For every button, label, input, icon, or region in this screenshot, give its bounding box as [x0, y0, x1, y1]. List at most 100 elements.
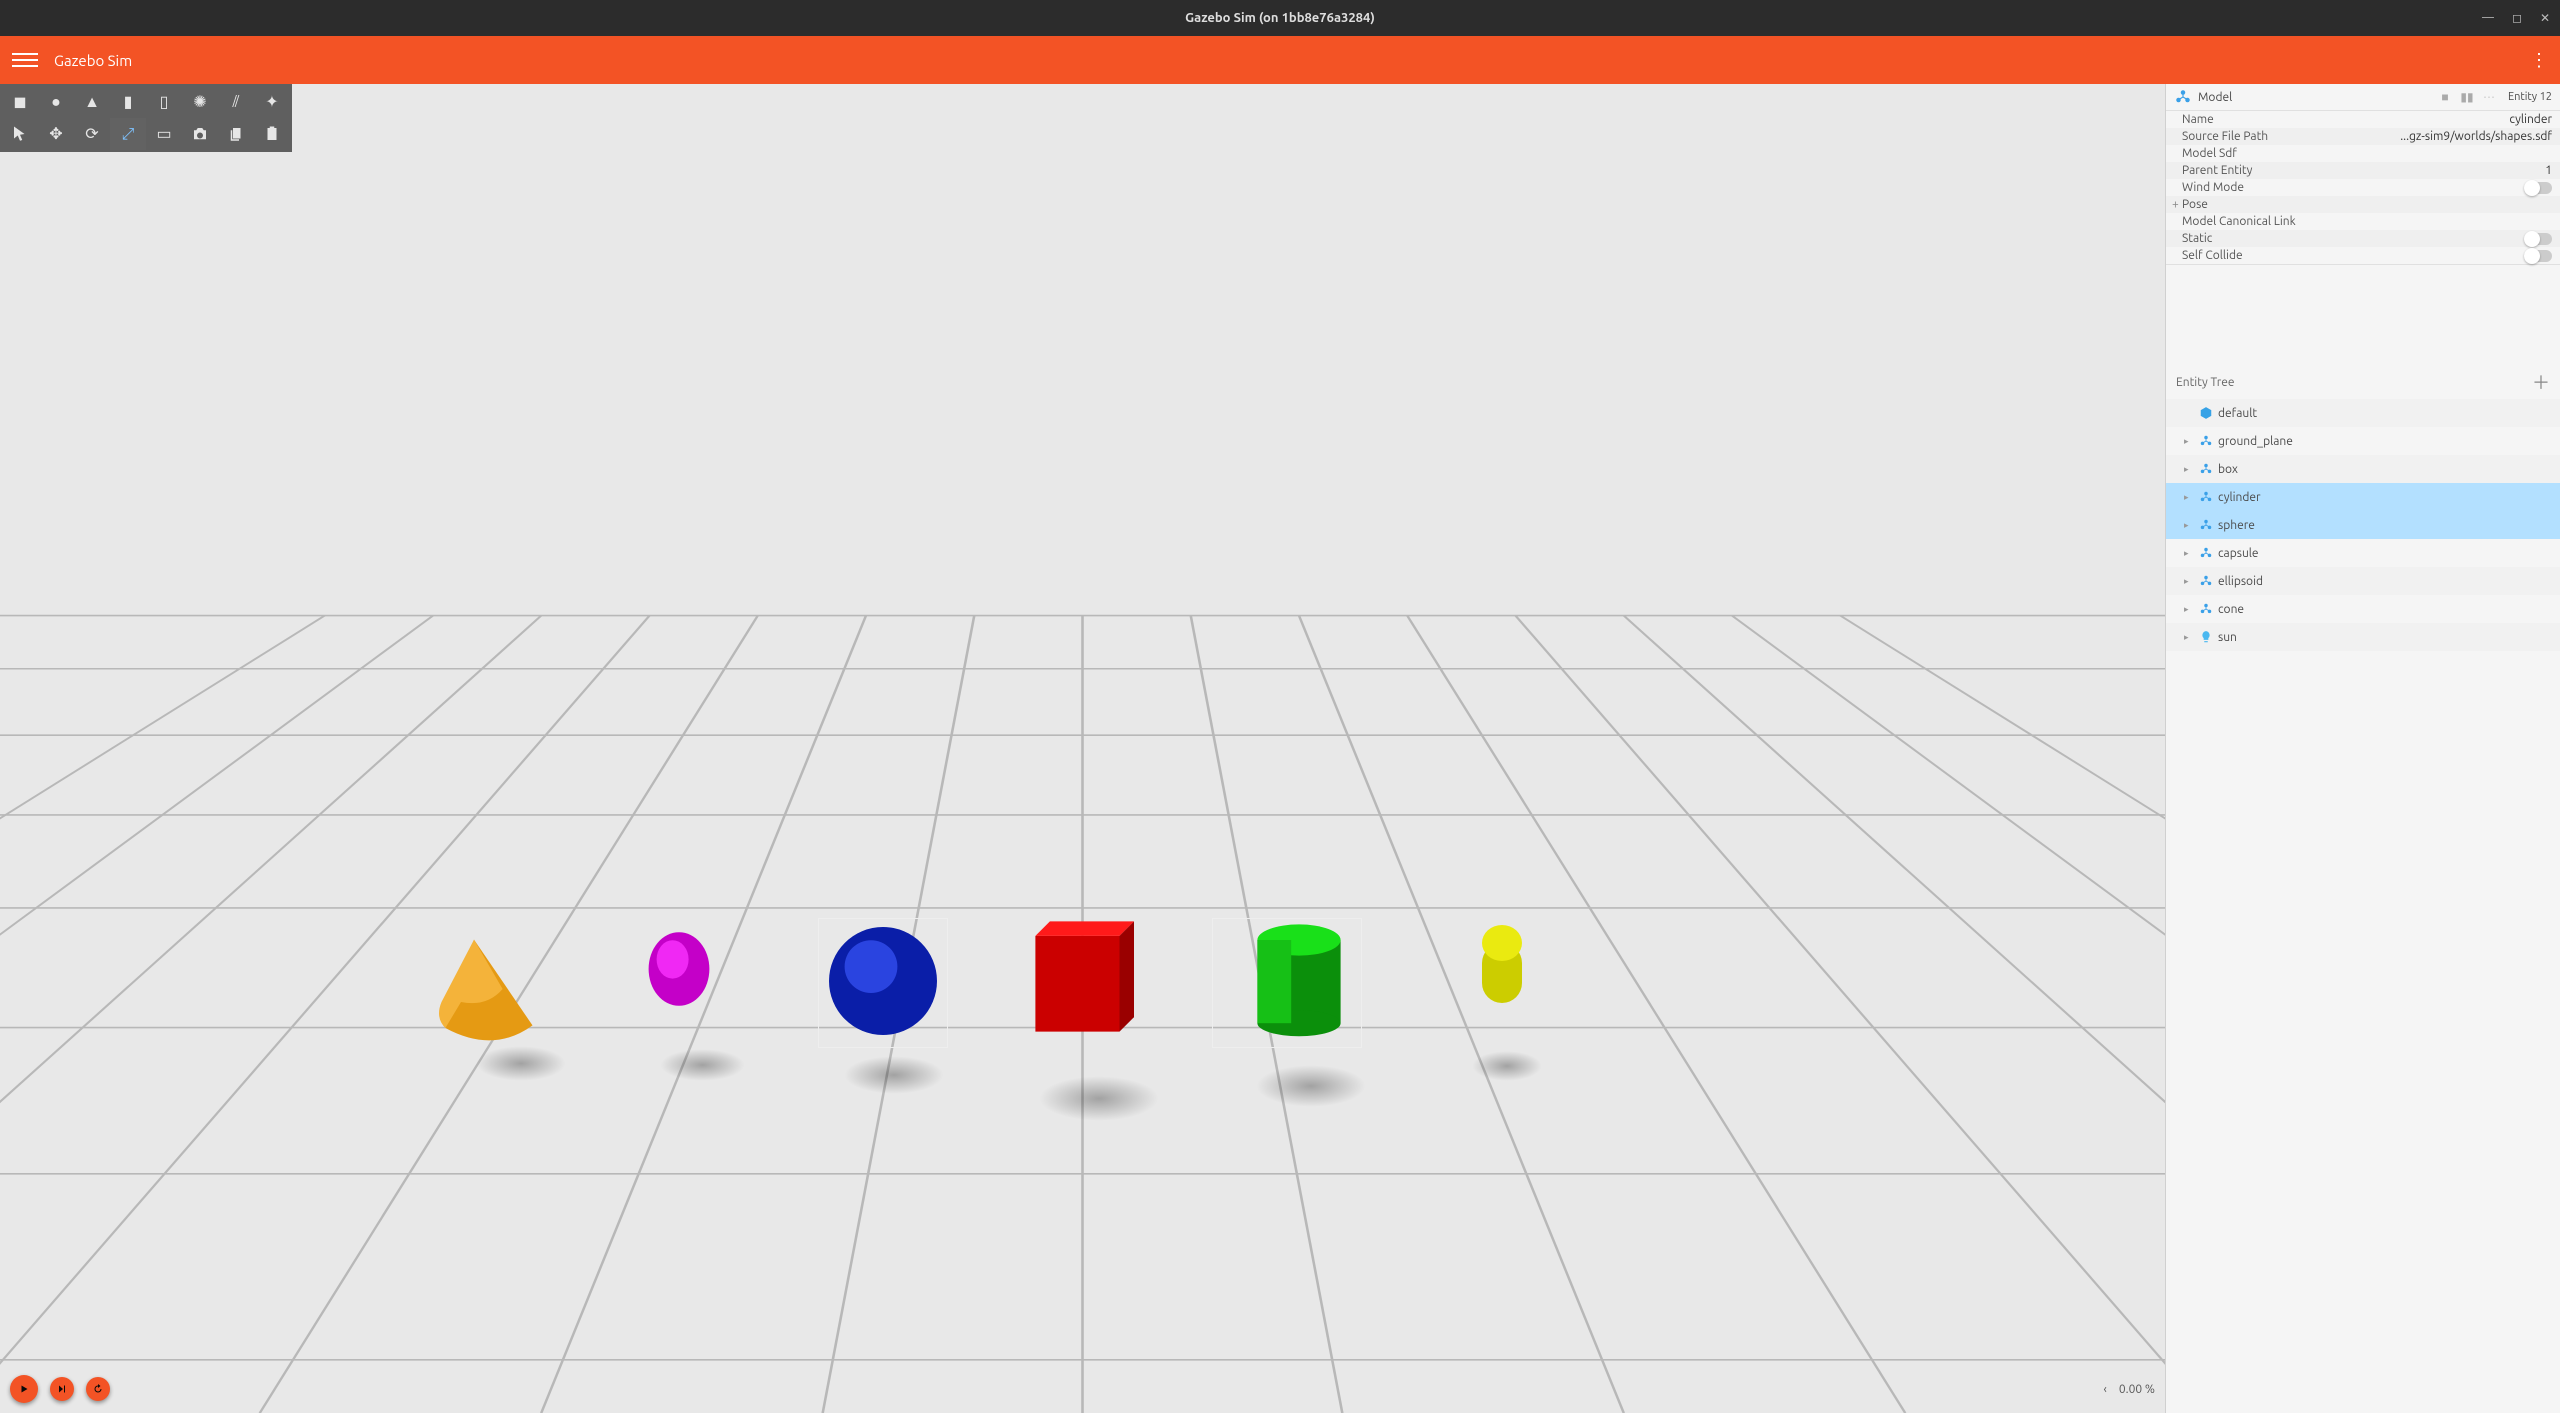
property-key: Pose	[2182, 198, 2208, 211]
chevron-right-icon[interactable]: ▸	[2184, 604, 2194, 615]
paste-button[interactable]	[254, 118, 290, 150]
world-icon	[2198, 405, 2214, 421]
inspector-header: Model ■ ▮▮ ⋯ Entity 12	[2166, 84, 2560, 111]
property-key: Model Canonical Link	[2182, 215, 2296, 228]
play-button[interactable]	[10, 1375, 38, 1403]
model-icon	[2198, 573, 2214, 589]
property-row: +Pose	[2166, 196, 2560, 213]
tree-item-cone[interactable]: ▸ cone	[2166, 595, 2560, 623]
tree-item-sun[interactable]: ▸ sun	[2166, 623, 2560, 651]
property-toggle[interactable]	[2524, 233, 2552, 245]
insert-dirlight-button[interactable]: ⫽	[218, 86, 254, 118]
tree-item-ground_plane[interactable]: ▸ ground_plane	[2166, 427, 2560, 455]
viewport-3d[interactable]: ◼ ● ▲ ▮ ▯ ✺ ⫽ ✦ ✥ ⟳ ⤢ ▭	[0, 84, 2165, 1413]
tree-item-default[interactable]: default	[2166, 399, 2560, 427]
select-tool-button[interactable]	[2, 118, 38, 150]
inspector-stop-icon[interactable]: ■	[2434, 90, 2456, 104]
screenshot-area-button[interactable]: ▭	[146, 118, 182, 150]
property-row: Wind Mode	[2166, 179, 2560, 196]
scene-render	[0, 84, 2165, 1413]
kebab-menu-icon[interactable]: ⋮	[2530, 50, 2548, 71]
app-title: Gazebo Sim	[54, 52, 132, 69]
window-minimize-icon[interactable]: —	[2482, 11, 2494, 25]
tree-item-label: capsule	[2218, 547, 2259, 560]
chevron-right-icon[interactable]: ▸	[2184, 632, 2194, 643]
property-row: Model Sdf	[2166, 145, 2560, 162]
inspector-pause-icon[interactable]: ▮▮	[2456, 90, 2478, 104]
property-list: NamecylinderSource File Path...gz-sim9/w…	[2166, 111, 2560, 265]
property-value: 1	[2545, 164, 2552, 177]
window-close-icon[interactable]: ✕	[2540, 11, 2550, 25]
chevron-right-icon[interactable]: ▸	[2184, 436, 2194, 447]
insert-capsule-button[interactable]: ▯	[146, 86, 182, 118]
insert-pointlight-button[interactable]: ✺	[182, 86, 218, 118]
realtime-factor-label: 0.00 %	[2119, 1383, 2155, 1396]
insert-cone-button[interactable]: ▲	[74, 86, 110, 118]
tree-item-box[interactable]: ▸box	[2166, 455, 2560, 483]
add-entity-button[interactable]: ＋	[2532, 369, 2550, 395]
tree-item-cylinder[interactable]: ▸cylinder	[2166, 483, 2560, 511]
property-toggle[interactable]	[2524, 182, 2552, 194]
light-icon	[2198, 629, 2214, 645]
insert-sphere-button[interactable]: ●	[38, 86, 74, 118]
property-toggle[interactable]	[2524, 250, 2552, 262]
bottombar: ‹ 0.00 %	[0, 1365, 2165, 1413]
chevron-right-icon[interactable]: ▸	[2184, 520, 2194, 531]
tree-item-label: sphere	[2218, 519, 2255, 532]
tree-item-label: sun	[2218, 631, 2237, 644]
insert-cylinder-button[interactable]: ▮	[110, 86, 146, 118]
model-icon	[2198, 601, 2214, 617]
os-titlebar: Gazebo Sim (on 1bb8e76a3284) — ◻ ✕	[0, 0, 2560, 36]
insert-spotlight-button[interactable]: ✦	[254, 86, 290, 118]
model-icon	[2198, 545, 2214, 561]
entity-tree-title: Entity Tree	[2176, 376, 2235, 389]
hamburger-menu-icon[interactable]	[12, 47, 38, 73]
expand-icon[interactable]: +	[2172, 198, 2182, 211]
shape-cone	[422, 924, 552, 1054]
property-row: Source File Path ...gz-sim9/worlds/shapes…	[2166, 128, 2560, 145]
shape-toolbar: ◼ ● ▲ ▮ ▯ ✺ ⫽ ✦ ✥ ⟳ ⤢ ▭	[0, 84, 292, 152]
translate-tool-button[interactable]: ✥	[38, 118, 74, 150]
property-value: ...gz-sim9/worlds/shapes.sdf	[2400, 130, 2552, 143]
property-row: Parent Entity1	[2166, 162, 2560, 179]
tree-item-sphere[interactable]: ▸ sphere	[2166, 511, 2560, 539]
entity-tree-header: Entity Tree ＋	[2166, 365, 2560, 399]
chevron-right-icon[interactable]: ▸	[2184, 492, 2194, 503]
property-key: Self Collide	[2182, 249, 2243, 262]
step-button[interactable]	[50, 1377, 74, 1401]
percent-chevron-left-icon[interactable]: ‹	[2104, 1383, 2107, 1396]
property-key: Source File Path	[2182, 130, 2268, 143]
appbar: Gazebo Sim ⋮	[0, 36, 2560, 84]
rotate-tool-button[interactable]: ⟳	[74, 118, 110, 150]
tree-item-label: ground_plane	[2218, 435, 2293, 448]
entity-id-badge: Entity 12	[2508, 91, 2552, 103]
reset-button[interactable]	[86, 1377, 110, 1401]
tree-item-capsule[interactable]: ▸ capsule	[2166, 539, 2560, 567]
window-maximize-icon[interactable]: ◻	[2512, 11, 2522, 25]
inspector-title: Model	[2198, 91, 2232, 104]
chevron-right-icon[interactable]: ▸	[2184, 576, 2194, 587]
scale-tool-button[interactable]: ⤢	[110, 118, 146, 150]
property-key: Model Sdf	[2182, 147, 2237, 160]
side-panel: Model ■ ▮▮ ⋯ Entity 12 NamecylinderSourc…	[2165, 84, 2560, 1413]
tree-item-ellipsoid[interactable]: ▸ ellipsoid	[2166, 567, 2560, 595]
model-icon	[2198, 489, 2214, 505]
shape-ellipsoid	[639, 924, 719, 1014]
chevron-right-icon[interactable]: ▸	[2184, 548, 2194, 559]
property-value: cylinder	[2509, 113, 2552, 126]
entity-tree: default▸ground_plane▸box▸cylinder▸sphere…	[2166, 399, 2560, 1413]
shape-box	[1018, 899, 1163, 1054]
insert-box-button[interactable]: ◼	[2, 86, 38, 118]
tree-item-label: default	[2218, 407, 2257, 420]
property-key: Wind Mode	[2182, 181, 2244, 194]
model-icon	[2174, 88, 2192, 106]
camera-snapshot-button[interactable]	[182, 118, 218, 150]
chevron-right-icon[interactable]: ▸	[2184, 464, 2194, 475]
copy-button[interactable]	[218, 118, 254, 150]
shape-capsule	[1472, 918, 1532, 1028]
tree-item-label: ellipsoid	[2218, 575, 2263, 588]
model-icon	[2198, 433, 2214, 449]
tree-item-label: cone	[2218, 603, 2244, 616]
shape-sphere	[823, 921, 943, 1041]
inspector-more-icon[interactable]: ⋯	[2478, 90, 2500, 104]
